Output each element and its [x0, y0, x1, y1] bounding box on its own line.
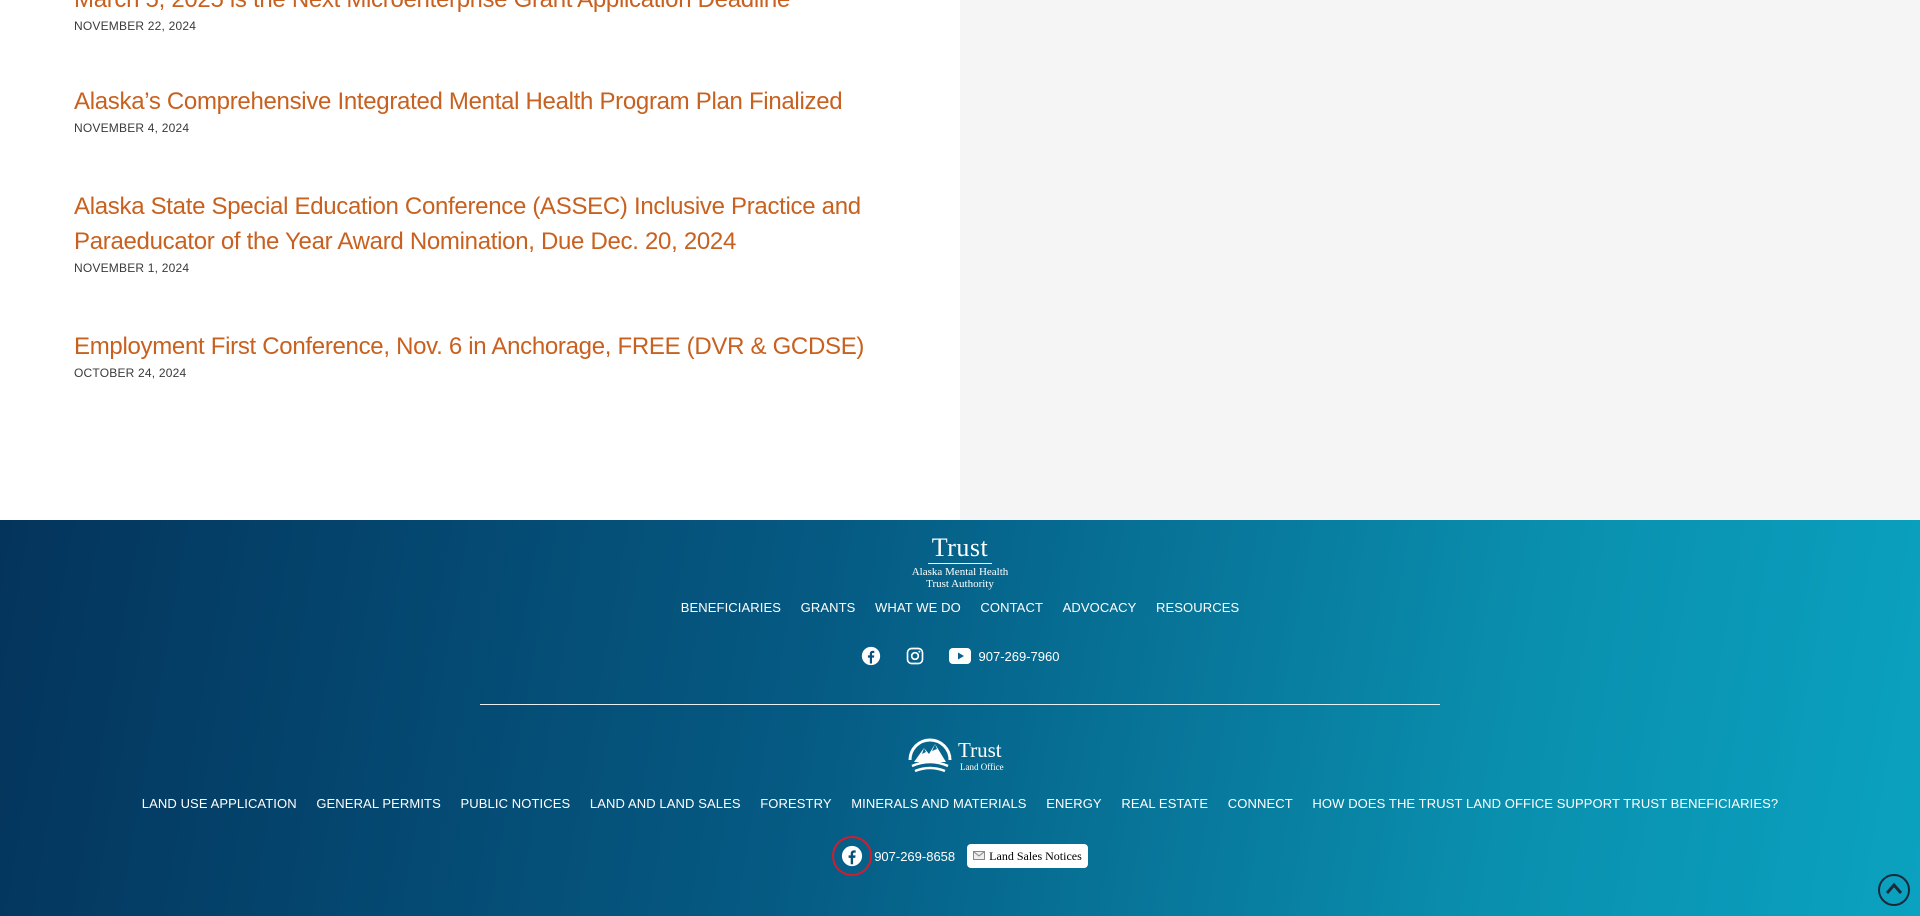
facebook-icon[interactable]: [861, 646, 881, 666]
list-item: Alaska State Special Education Conferenc…: [74, 189, 894, 275]
list-item: Alaska’s Comprehensive Integrated Mental…: [74, 84, 894, 135]
sidebar-panel: [960, 0, 1920, 520]
nav-public-notices[interactable]: PUBLIC NOTICES: [461, 796, 571, 811]
back-to-top-button[interactable]: [1878, 874, 1910, 906]
notices-label: Land Sales Notices: [989, 848, 1082, 863]
instagram-icon[interactable]: [905, 646, 925, 666]
envelope-icon: [973, 849, 986, 864]
post-date: NOVEMBER 22, 2024: [74, 19, 197, 33]
nav-general-permits[interactable]: GENERAL PERMITS: [316, 796, 441, 811]
nav-forestry[interactable]: FORESTRY: [760, 796, 831, 811]
nav-connect[interactable]: CONNECT: [1228, 796, 1293, 811]
post-date: NOVEMBER 4, 2024: [74, 121, 190, 135]
post-date: NOVEMBER 1, 2024: [74, 261, 190, 275]
logo-wordmark: Trust: [931, 533, 989, 562]
nav-land-and-land-sales[interactable]: LAND AND LAND SALES: [590, 796, 741, 811]
site-footer: Trust Alaska Mental Health Trust Authori…: [0, 520, 1920, 916]
footer-nav-trust: BENEFICIARIES GRANTS WHAT WE DO CONTACT …: [0, 600, 1920, 615]
facebook-icon[interactable]: [832, 836, 873, 876]
list-item: March 5, 2025 is the Next Microenterpris…: [74, 0, 894, 33]
footer-social-land-office: 907-269-8658 Land Sales Notices: [0, 836, 1920, 876]
nav-advocacy[interactable]: ADVOCACY: [1063, 600, 1137, 615]
logo-rule: [928, 563, 992, 564]
footer-nav-land-office: LAND USE APPLICATION GENERAL PERMITS PUB…: [0, 796, 1920, 811]
logo2-subtitle: Land Office: [960, 762, 1004, 772]
post-title-link[interactable]: March 5, 2025 is the Next Microenterpris…: [74, 0, 894, 17]
mental-health-trust-logo[interactable]: Trust Alaska Mental Health Trust Authori…: [908, 533, 1012, 591]
chevron-up-icon: [1878, 874, 1910, 906]
nav-contact[interactable]: CONTACT: [980, 600, 1043, 615]
nav-grants[interactable]: GRANTS: [801, 600, 856, 615]
phone-link[interactable]: 907-269-7960: [979, 649, 1060, 664]
mountain-icon: [908, 738, 952, 773]
post-title-link[interactable]: Employment First Conference, Nov. 6 in A…: [74, 329, 894, 364]
nav-resources[interactable]: RESOURCES: [1156, 600, 1239, 615]
phone-link[interactable]: 907-269-8658: [874, 849, 955, 864]
footer-social-trust: 907-269-7960: [0, 646, 1920, 666]
list-item: Employment First Conference, Nov. 6 in A…: [74, 329, 894, 380]
nav-minerals-and-materials[interactable]: MINERALS AND MATERIALS: [851, 796, 1026, 811]
nav-beneficiaries[interactable]: BENEFICIARIES: [681, 600, 781, 615]
nav-energy[interactable]: ENERGY: [1046, 796, 1102, 811]
nav-what-we-do[interactable]: WHAT WE DO: [875, 600, 961, 615]
post-date: OCTOBER 24, 2024: [74, 366, 187, 380]
nav-real-estate[interactable]: REAL ESTATE: [1121, 796, 1208, 811]
logo2-wordmark: Trust: [958, 738, 1002, 762]
post-title-link[interactable]: Alaska’s Comprehensive Integrated Mental…: [74, 84, 894, 119]
nav-land-use-application[interactable]: LAND USE APPLICATION: [142, 796, 297, 811]
footer-divider: [480, 704, 1440, 705]
logo-line-2: Trust Authority: [926, 578, 994, 590]
post-title-link[interactable]: Alaska State Special Education Conferenc…: [74, 189, 894, 259]
logo-line-1: Alaska Mental Health: [911, 566, 1009, 578]
youtube-icon[interactable]: [948, 648, 971, 664]
land-office-logo[interactable]: Trust Land Office: [908, 734, 1012, 778]
land-sales-notices-button[interactable]: Land Sales Notices: [967, 844, 1088, 868]
nav-beneficiary-support[interactable]: HOW DOES THE TRUST LAND OFFICE SUPPORT T…: [1312, 796, 1778, 811]
